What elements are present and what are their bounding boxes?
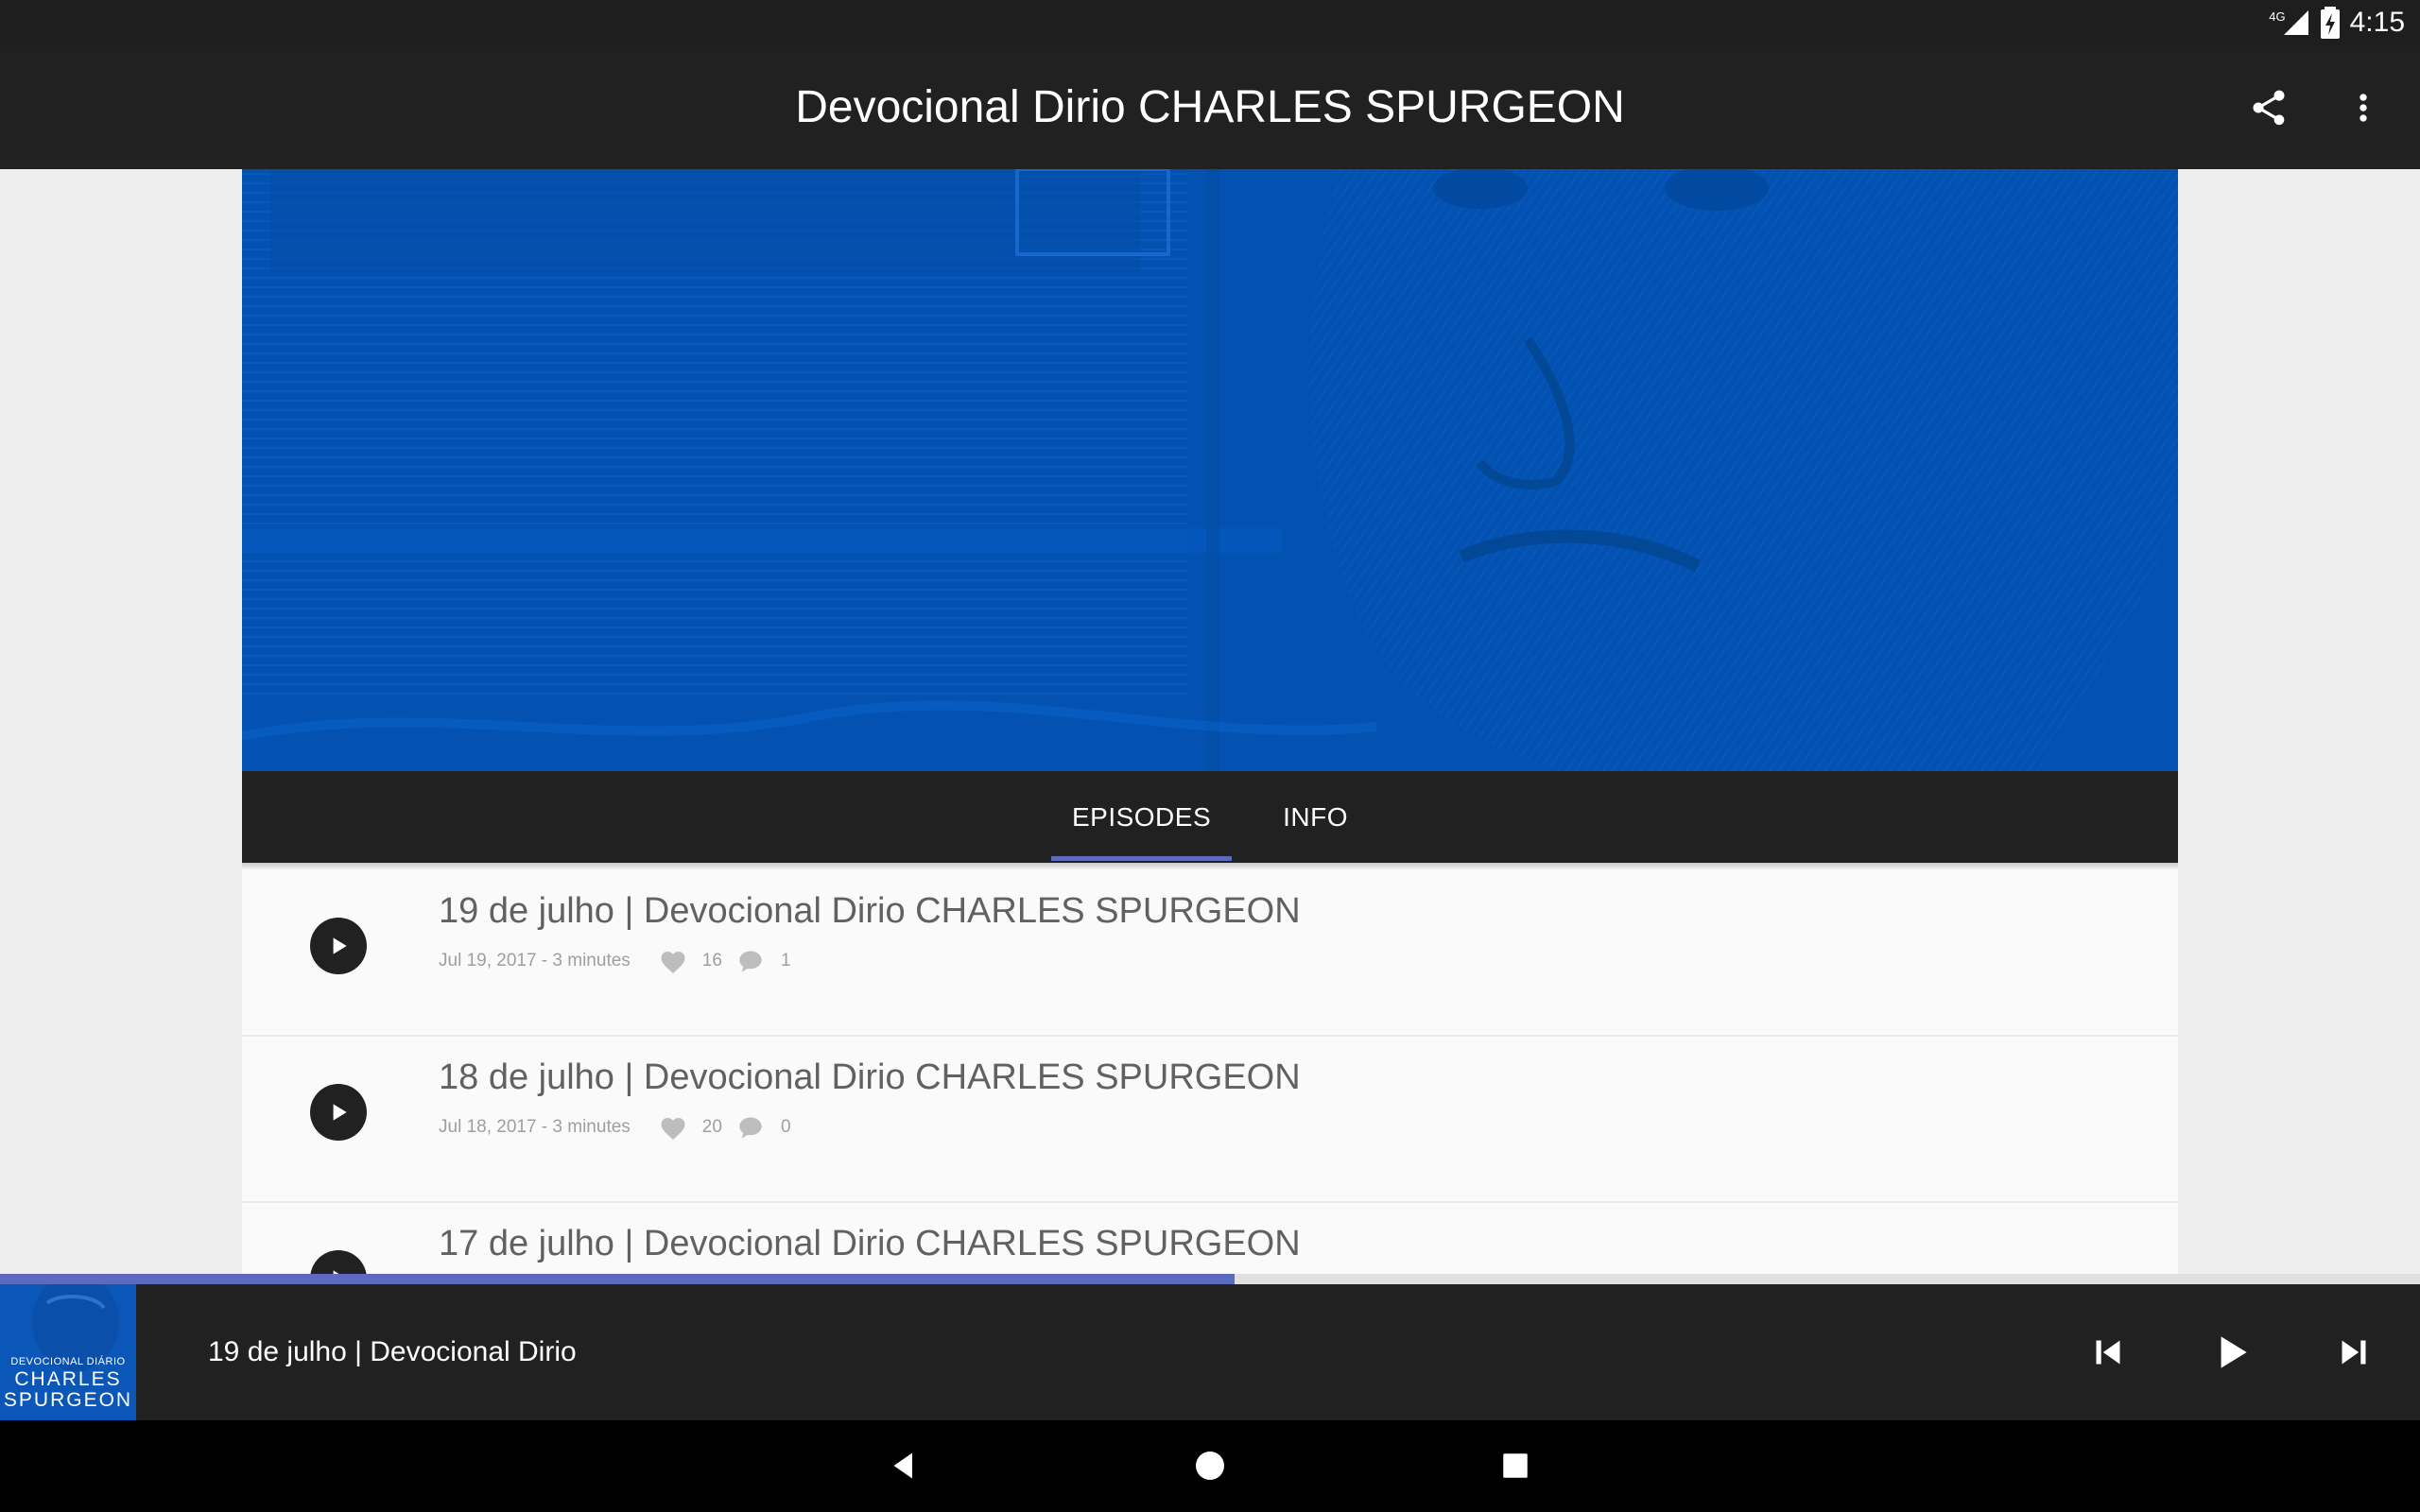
comment-count: 1 xyxy=(780,951,791,971)
play-icon xyxy=(333,1104,347,1121)
skip-previous-button[interactable] xyxy=(2080,1324,2136,1381)
episode-meta: Jul 19, 2017 - 3 minutes 16 1 xyxy=(439,948,791,974)
player-controls xyxy=(2080,1284,2382,1420)
status-icons: 4G 4:15 xyxy=(2269,6,2405,40)
episode-title: 19 de julho | Devocional Dirio CHARLES S… xyxy=(439,891,1301,931)
episode-date-duration: Jul 18, 2017 - 3 minutes xyxy=(439,1117,631,1137)
episode-play-button[interactable] xyxy=(310,1250,367,1276)
skip-next-icon xyxy=(2342,1340,2366,1365)
share-button[interactable] xyxy=(2240,79,2297,136)
page-title: Devocional Dirio CHARLES SPURGEON xyxy=(795,82,1625,132)
episode-list[interactable]: 19 de julho | Devocional Dirio CHARLES S… xyxy=(242,870,2178,1276)
episode-play-button[interactable] xyxy=(310,1084,367,1141)
artwork-name-line2: SPURGEON xyxy=(3,1389,133,1411)
signal-icon xyxy=(2283,10,2308,35)
skip-previous-icon xyxy=(2096,1340,2120,1365)
mini-player[interactable]: DEVOCIONAL DIÁRIO CHARLES SPURGEON 19 de… xyxy=(0,1284,2420,1420)
app-bar-actions xyxy=(2240,46,2392,169)
back-triangle-icon xyxy=(893,1452,912,1479)
like-count: 20 xyxy=(701,1117,722,1137)
nav-home-button[interactable] xyxy=(1182,1437,1238,1494)
system-nav-bar xyxy=(0,1420,2420,1512)
podcast-content[interactable]: EPISODES INFO 19 de julho | Devocional D… xyxy=(242,169,2178,1276)
episode-title: 18 de julho | Devocional Dirio CHARLES S… xyxy=(439,1057,1301,1097)
nav-recents-button[interactable] xyxy=(1487,1437,1544,1494)
like-count: 16 xyxy=(701,951,722,971)
status-bar: 4G 4:15 xyxy=(0,0,2420,46)
episode-row[interactable]: 17 de julho | Devocional Dirio CHARLES S… xyxy=(242,1203,2178,1276)
more-options-button[interactable] xyxy=(2335,79,2392,136)
episode-row[interactable]: 19 de julho | Devocional Dirio CHARLES S… xyxy=(242,870,2178,1037)
podcast-cover-image xyxy=(242,169,2178,771)
artwork-name-line1: CHARLES xyxy=(14,1368,122,1390)
now-playing-artwork[interactable]: DEVOCIONAL DIÁRIO CHARLES SPURGEON xyxy=(0,1284,136,1420)
app-bar: Devocional Dirio CHARLES SPURGEON xyxy=(0,46,2420,169)
episode-play-button[interactable] xyxy=(310,918,367,974)
artwork-caption: DEVOCIONAL DIÁRIO xyxy=(10,1356,126,1367)
episode-date-duration: Jul 19, 2017 - 3 minutes xyxy=(439,951,631,971)
play-icon xyxy=(333,937,347,954)
clock: 4:15 xyxy=(2349,7,2405,38)
episode-meta: Jul 18, 2017 - 3 minutes 20 0 xyxy=(439,1114,791,1141)
play-icon xyxy=(2221,1336,2247,1368)
episode-title: 17 de julho | Devocional Dirio CHARLES S… xyxy=(439,1224,1301,1263)
home-circle-icon xyxy=(1196,1452,1224,1480)
playback-progress-bar[interactable] xyxy=(0,1274,2420,1284)
tab-shadow xyxy=(242,863,2178,870)
comment-icon[interactable] xyxy=(737,949,764,973)
tab-info[interactable]: INFO xyxy=(1262,771,1369,863)
more-vert-icon xyxy=(2360,94,2367,122)
skip-next-button[interactable] xyxy=(2325,1324,2382,1381)
comment-icon[interactable] xyxy=(737,1115,764,1140)
spurgeon-portrait-illustration xyxy=(242,169,2178,771)
play-button[interactable] xyxy=(2203,1324,2259,1381)
like-icon[interactable] xyxy=(659,1114,687,1141)
recents-square-icon xyxy=(1503,1453,1528,1478)
now-playing-title[interactable]: 19 de julho | Devocional Dirio xyxy=(208,1284,577,1420)
comment-count: 0 xyxy=(780,1117,791,1137)
nav-back-button[interactable] xyxy=(875,1437,932,1494)
episode-row[interactable]: 18 de julho | Devocional Dirio CHARLES S… xyxy=(242,1037,2178,1203)
playback-progress-fill xyxy=(0,1274,1235,1284)
battery-charging-icon xyxy=(2320,7,2340,39)
tab-bar: EPISODES INFO xyxy=(242,771,2178,863)
share-icon xyxy=(2253,90,2285,126)
tab-episodes[interactable]: EPISODES xyxy=(1050,771,1233,863)
like-icon[interactable] xyxy=(659,948,687,974)
